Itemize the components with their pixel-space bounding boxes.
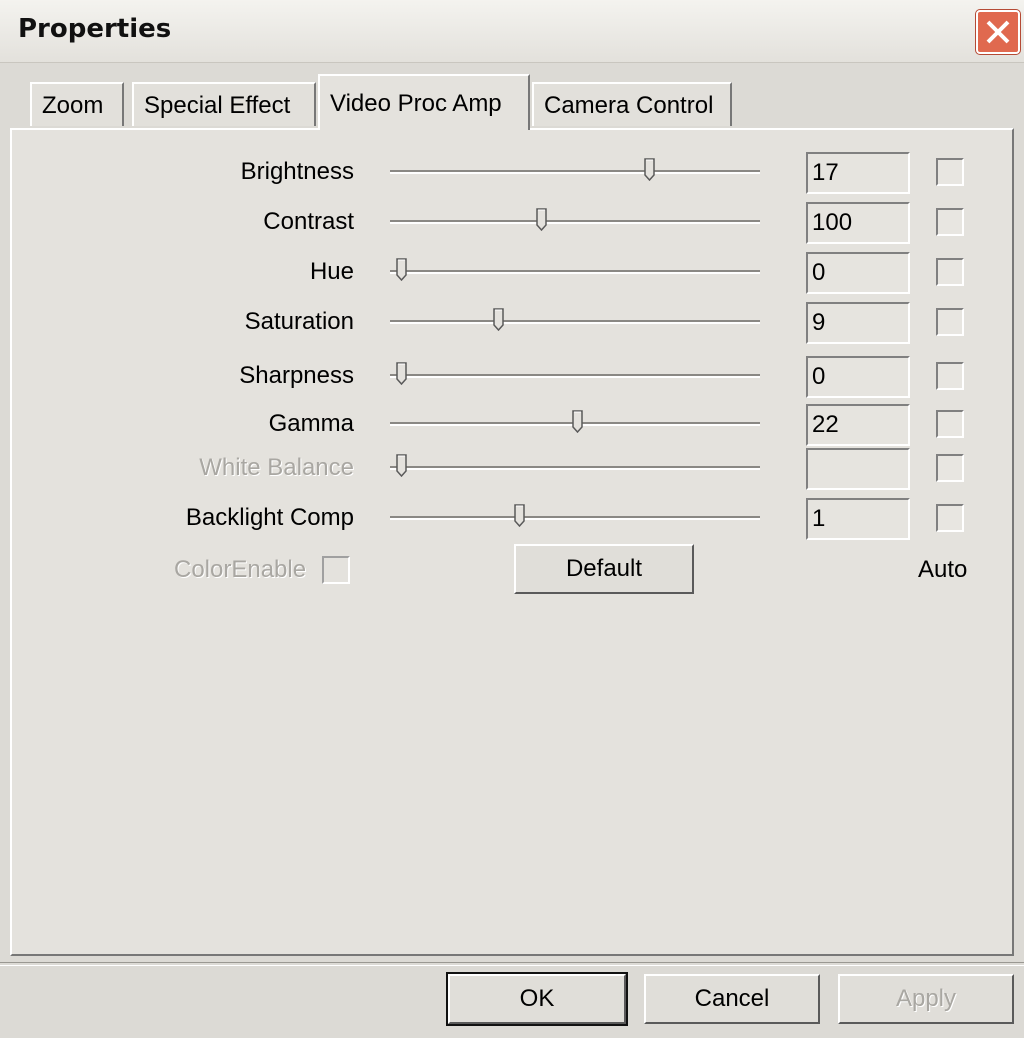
backlight-comp-value-field[interactable]: 1 (806, 498, 910, 540)
brightness-slider-thumb[interactable] (644, 158, 656, 182)
control-row-hue: Hue 0 (0, 252, 1024, 294)
control-row-backlight-comp: Backlight Comp 1 (0, 498, 1024, 540)
gamma-label: Gamma (268, 410, 354, 437)
saturation-value-field[interactable]: 9 (806, 302, 910, 344)
color-enable-checkbox (322, 556, 350, 584)
brightness-auto-checkbox[interactable] (936, 158, 964, 186)
title-bar: Properties (0, 0, 1024, 63)
auto-label: Auto (918, 556, 968, 583)
cancel-button[interactable]: Cancel (644, 974, 820, 1024)
control-row-sharpness: Sharpness 0 (0, 356, 1024, 398)
saturation-slider-thumb[interactable] (493, 308, 505, 332)
contrast-label: Contrast (263, 208, 354, 235)
hue-slider[interactable] (390, 270, 760, 274)
backlight-comp-slider[interactable] (390, 516, 760, 520)
tab-camera-control[interactable]: Camera Control (532, 82, 732, 126)
white-balance-slider (390, 466, 760, 470)
tab-special-effect[interactable]: Special Effect (132, 82, 316, 126)
saturation-label: Saturation (244, 308, 354, 335)
gamma-value-field[interactable]: 22 (806, 404, 910, 446)
tab-zoom[interactable]: Zoom (30, 82, 124, 126)
brightness-label: Brightness (240, 158, 354, 185)
contrast-slider-thumb[interactable] (536, 208, 548, 232)
tab-video-proc-amp[interactable]: Video Proc Amp (318, 74, 530, 130)
control-row-gamma: Gamma 22 (0, 404, 1024, 446)
backlight-comp-auto-checkbox[interactable] (936, 504, 964, 532)
apply-button: Apply (838, 974, 1014, 1024)
brightness-value-field[interactable]: 17 (806, 152, 910, 194)
backlight-comp-label: Backlight Comp (185, 504, 354, 531)
contrast-value-field[interactable]: 100 (806, 202, 910, 244)
sharpness-auto-checkbox[interactable] (936, 362, 964, 390)
control-row-brightness: Brightness 17 (0, 152, 1024, 194)
contrast-auto-checkbox[interactable] (936, 208, 964, 236)
tab-special-effect-label: Special Effect (144, 92, 291, 119)
white-balance-auto-checkbox (936, 454, 964, 482)
saturation-slider[interactable] (390, 320, 760, 324)
close-button[interactable] (976, 10, 1020, 54)
sharpness-slider[interactable] (390, 374, 760, 378)
sharpness-label: Sharpness (239, 362, 354, 389)
tab-video-proc-amp-label: Video Proc Amp (330, 90, 502, 117)
control-row-saturation: Saturation 9 (0, 302, 1024, 344)
window-title: Properties (18, 14, 172, 44)
separator (0, 962, 1024, 966)
sharpness-slider-thumb[interactable] (396, 362, 408, 386)
gamma-slider-thumb[interactable] (572, 410, 584, 434)
default-button[interactable]: Default (514, 544, 694, 594)
tab-camera-control-label: Camera Control (544, 92, 714, 119)
close-icon (986, 20, 1010, 44)
hue-slider-thumb[interactable] (396, 258, 408, 282)
brightness-slider[interactable] (390, 170, 760, 174)
hue-auto-checkbox[interactable] (936, 258, 964, 286)
hue-label: Hue (309, 258, 354, 285)
white-balance-label: White Balance (199, 454, 354, 481)
saturation-auto-checkbox[interactable] (936, 308, 964, 336)
white-balance-value-field (806, 448, 910, 490)
white-balance-slider-thumb (396, 454, 408, 478)
tab-zoom-label: Zoom (42, 92, 104, 119)
sharpness-value-field[interactable]: 0 (806, 356, 910, 398)
ok-button[interactable]: OK (448, 974, 626, 1024)
control-row-white-balance: White Balance (0, 448, 1024, 490)
color-enable-label: ColorEnable (174, 556, 307, 583)
backlight-comp-slider-thumb[interactable] (514, 504, 526, 528)
contrast-slider[interactable] (390, 220, 760, 224)
hue-value-field[interactable]: 0 (806, 252, 910, 294)
gamma-auto-checkbox[interactable] (936, 410, 964, 438)
control-row-contrast: Contrast 100 (0, 202, 1024, 244)
